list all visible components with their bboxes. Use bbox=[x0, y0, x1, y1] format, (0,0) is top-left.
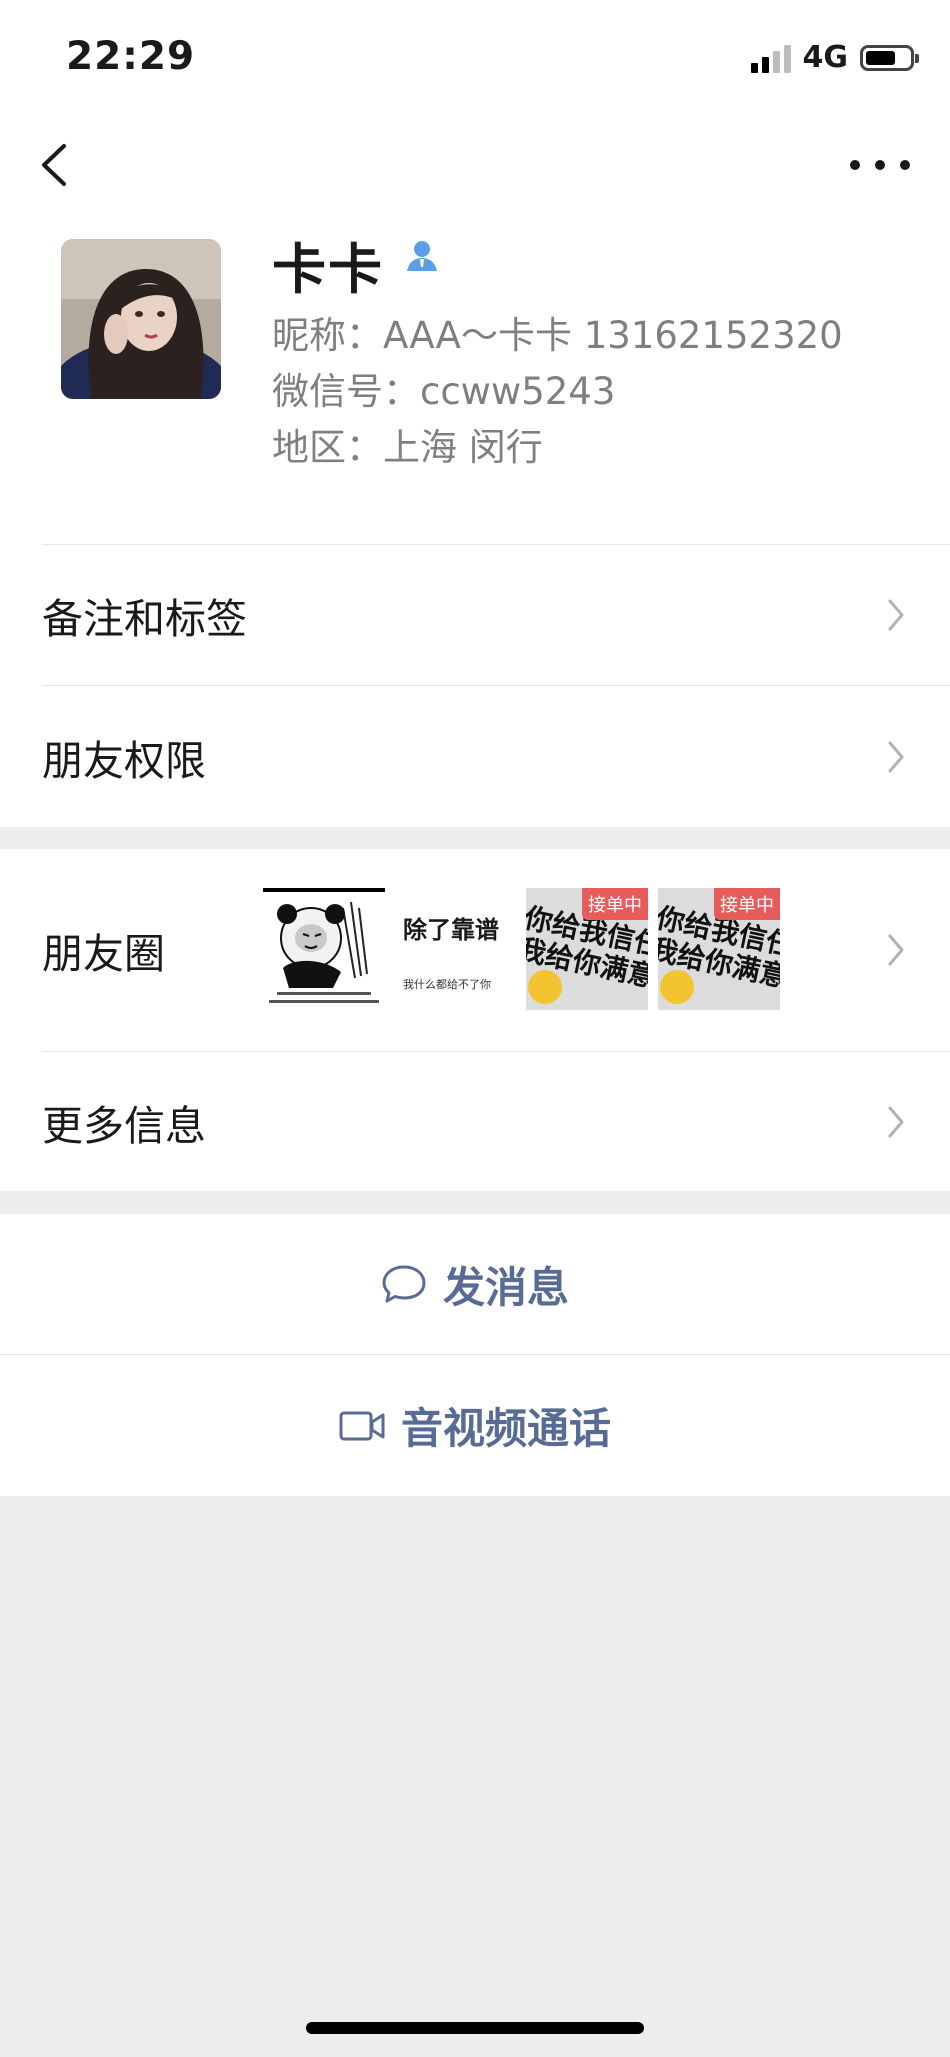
chevron-right-icon bbox=[888, 741, 904, 772]
thumb-text-line1: 除了靠谱 bbox=[403, 916, 499, 944]
more-options-button[interactable] bbox=[850, 150, 910, 180]
moments-thumbnail-panda[interactable] bbox=[263, 888, 385, 1010]
home-indicator[interactable] bbox=[306, 2022, 644, 2034]
chevron-left-icon bbox=[42, 144, 66, 186]
back-button[interactable] bbox=[36, 140, 76, 190]
chevron-right-icon bbox=[888, 599, 904, 631]
user-icon bbox=[402, 237, 442, 277]
friend-permissions-label: 朋友权限 bbox=[42, 736, 206, 785]
video-camera-icon bbox=[339, 1411, 385, 1440]
panda-meme-image bbox=[263, 888, 385, 1010]
stamp-tag: 接单中 bbox=[714, 888, 780, 920]
region-text: 地区：上海 闵行 bbox=[272, 426, 543, 469]
dot-icon bbox=[900, 160, 910, 170]
friend-permissions-row[interactable]: 朋友权限 bbox=[0, 686, 950, 827]
dot-icon bbox=[875, 160, 885, 170]
chevron-right-icon bbox=[888, 1106, 904, 1137]
chevron-right-icon bbox=[888, 934, 904, 966]
moments-label: 朋友圈 bbox=[42, 930, 165, 978]
network-type: 4G bbox=[802, 40, 849, 75]
send-message-label: 发消息 bbox=[442, 1262, 569, 1312]
remark-tags-label: 备注和标签 bbox=[42, 595, 247, 643]
video-call-button[interactable]: 音视频通话 bbox=[0, 1355, 950, 1496]
remark-tags-row[interactable]: 备注和标签 bbox=[0, 545, 950, 685]
avatar[interactable] bbox=[61, 239, 221, 399]
thumb-text-line2: 我什么都给不了你 bbox=[403, 978, 491, 991]
stamp-tag: 接单中 bbox=[582, 888, 648, 920]
moments-thumbnail-stamp[interactable]: 你给我信任 我给你满意 接单中 bbox=[658, 888, 780, 1010]
more-info-label: 更多信息 bbox=[42, 1101, 206, 1150]
more-info-row[interactable]: 更多信息 bbox=[0, 1052, 950, 1191]
status-time: 22:29 bbox=[66, 34, 196, 79]
dot-icon bbox=[850, 160, 860, 170]
signal-icon bbox=[750, 43, 791, 73]
battery-icon bbox=[860, 44, 919, 71]
send-message-button[interactable]: 发消息 bbox=[0, 1214, 950, 1354]
video-call-label: 音视频通话 bbox=[400, 1404, 611, 1453]
profile-name: 卡卡 bbox=[272, 238, 384, 301]
wechat-id-text: 微信号：ccww5243 bbox=[272, 370, 616, 413]
moments-thumbnail-stamp[interactable]: 你给我信任 我给你满意 接单中 bbox=[526, 888, 648, 1010]
moments-thumbnail-text[interactable]: 除了靠谱 我什么都给不了你 bbox=[395, 888, 517, 1010]
avatar-image bbox=[61, 239, 221, 399]
chat-bubble-icon bbox=[382, 1265, 426, 1303]
nickname-text: 昵称：AAA～卡卡 13162152320 bbox=[272, 314, 843, 357]
smile-emoji-icon bbox=[528, 970, 562, 1004]
status-indicators: 4G bbox=[750, 40, 919, 75]
smile-emoji-icon bbox=[660, 970, 694, 1004]
